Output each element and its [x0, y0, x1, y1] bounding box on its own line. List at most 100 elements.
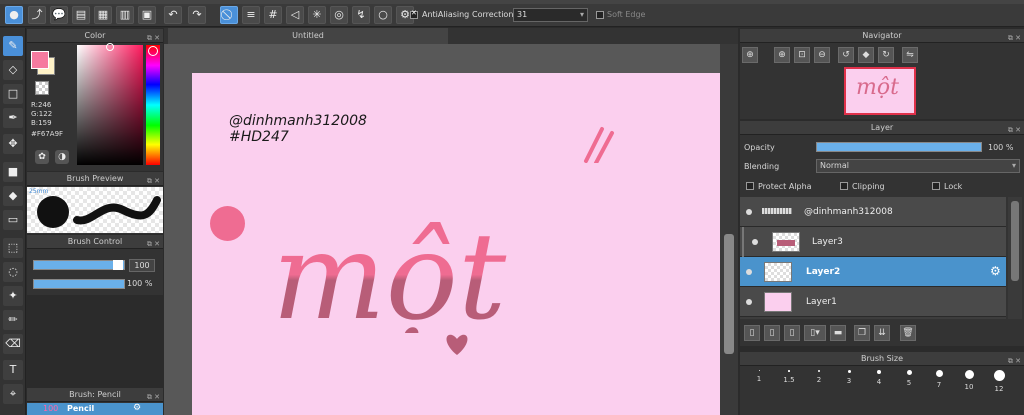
sv-picker-handle[interactable] [106, 43, 114, 51]
snap-radial-icon[interactable]: ✳ [308, 6, 326, 24]
new-layer-1bit-icon[interactable]: ▯ [784, 325, 800, 341]
nav-reset-icon[interactable]: ◆ [858, 47, 874, 63]
merge-layer-icon[interactable]: ⇊ [874, 325, 890, 341]
color-mix-icon[interactable]: ◑ [55, 150, 69, 164]
snap-vanishing-icon[interactable]: ◁ [286, 6, 304, 24]
brush-size-slider[interactable] [33, 260, 125, 270]
layer-visibility-icon[interactable] [752, 239, 758, 245]
hue-slider-handle[interactable] [148, 46, 158, 56]
magic-wand-tool-icon[interactable]: ✦ [3, 286, 23, 306]
soft-edge-checkbox[interactable] [596, 11, 604, 19]
layer-row-layer2[interactable]: Layer2 ⚙ [740, 257, 1006, 287]
panel-popout-icon[interactable]: ⧉ ✕ [1008, 123, 1021, 137]
layer-list-scrollbar[interactable] [1008, 197, 1022, 319]
text-tool-icon[interactable]: T [3, 360, 23, 380]
layer-opacity-slider[interactable] [816, 142, 982, 152]
brush-size-option[interactable]: 4 [864, 366, 894, 406]
artwork-canvas[interactable]: @dinhmanh312008 #HD247 một [192, 73, 720, 415]
brush-size-option[interactable]: 7 [924, 366, 954, 406]
layer-row-layer1[interactable]: Layer1 [740, 287, 1006, 317]
snap-concentric-icon[interactable]: ◎ [330, 6, 348, 24]
brush-size-option[interactable]: 12 [984, 366, 1014, 406]
new-layer-8bit-icon[interactable]: ▯ [764, 325, 780, 341]
brush-size-option[interactable]: 5 [894, 366, 924, 406]
new-halftone-layer-icon[interactable]: ▯▾ [804, 325, 826, 341]
transparent-color-swatch[interactable] [35, 81, 49, 95]
lock-checkbox[interactable] [932, 182, 940, 190]
document-icon[interactable]: ▦ [94, 6, 112, 24]
brush-size-option[interactable]: 1 [744, 366, 774, 406]
panel-popout-icon[interactable]: ⧉ ✕ [147, 390, 160, 404]
lasso-tool-icon[interactable]: ◌ [3, 262, 23, 282]
comment-icon[interactable]: 💬 [50, 6, 68, 24]
foreground-color-swatch[interactable] [31, 51, 49, 69]
layer-scroll-thumb[interactable] [1011, 201, 1019, 281]
snap-off-icon[interactable]: ⃠ [220, 6, 238, 24]
panel-icon[interactable]: ▣ [138, 6, 156, 24]
correction-select[interactable]: 31 [513, 8, 588, 22]
document-tab[interactable]: Untitled [168, 28, 448, 44]
canvas-scroll-thumb[interactable] [724, 234, 734, 354]
message-icon[interactable]: ▤ [72, 6, 90, 24]
eraser-tool-icon[interactable]: ◇ [3, 60, 23, 80]
canvas-vertical-scrollbar[interactable] [720, 44, 738, 415]
panel-popout-icon[interactable]: ⧉ ✕ [1008, 31, 1021, 45]
nav-rotate-right-icon[interactable]: ↻ [878, 47, 894, 63]
new-layer-icon[interactable]: ▯ [744, 325, 760, 341]
nav-flip-icon[interactable]: ⇋ [902, 47, 918, 63]
brush-item-pencil[interactable]: 100 Pencil ⚙ [27, 403, 163, 415]
undo-icon[interactable]: ↶ [164, 6, 182, 24]
panel-popout-icon[interactable]: ⧉ ✕ [147, 237, 160, 251]
layer-row-layer3[interactable]: Layer3 [740, 227, 1006, 257]
layers-icon[interactable]: ▥ [116, 6, 134, 24]
layer-row-dinhmanh[interactable]: @dinhmanh312008 [740, 197, 1006, 227]
gradient-tool-icon[interactable]: ▭ [3, 210, 23, 230]
color-palette-icon[interactable]: ✿ [35, 150, 49, 164]
brush-size-value[interactable]: 100 [129, 259, 155, 272]
new-folder-icon[interactable]: ▬ [830, 325, 846, 341]
saturation-value-picker[interactable] [77, 45, 143, 165]
hue-slider[interactable] [146, 45, 160, 165]
app-logo-icon[interactable]: ● [5, 6, 23, 24]
export-icon[interactable]: ⤴ [28, 6, 46, 24]
select-pen-tool-icon[interactable]: ✏ [3, 310, 23, 330]
marquee-tool-icon[interactable]: ⬚ [3, 238, 23, 258]
brush-opacity-slider[interactable] [33, 279, 125, 289]
panel-popout-icon[interactable]: ⧉ ✕ [147, 31, 160, 45]
select-rect-tool-icon[interactable]: □ [3, 84, 23, 104]
move-tool-icon[interactable]: ✥ [3, 134, 23, 154]
snap-curve-icon[interactable]: ↯ [352, 6, 370, 24]
nav-zoom-out-icon[interactable]: ⊖ [814, 47, 830, 63]
nav-rotate-left-icon[interactable]: ↺ [838, 47, 854, 63]
layer-settings-gear-icon[interactable]: ⚙ [990, 264, 1001, 278]
pen-tool-icon[interactable]: ✒ [3, 108, 23, 128]
brush-size-option[interactable]: 3 [834, 366, 864, 406]
brush-size-option[interactable]: 2 [804, 366, 834, 406]
redo-icon[interactable]: ↷ [188, 6, 206, 24]
select-eraser-tool-icon[interactable]: ⌫ [3, 334, 23, 354]
nav-zoom-in-icon[interactable]: ⊕ [742, 47, 758, 63]
brush-tool-icon[interactable]: ✎ [3, 36, 23, 56]
layer-visibility-icon[interactable] [746, 299, 752, 305]
fill-tool-icon[interactable]: ◆ [3, 186, 23, 206]
eyedropper-tool-icon[interactable]: ⌖ [3, 384, 23, 404]
nav-fit-icon[interactable]: ⊡ [794, 47, 810, 63]
nav-zoom-in-2-icon[interactable]: ⊕ [774, 47, 790, 63]
delete-layer-icon[interactable]: 🗑 [900, 325, 916, 341]
protect-alpha-checkbox[interactable] [746, 182, 754, 190]
duplicate-layer-icon[interactable]: ❐ [854, 325, 870, 341]
clipping-checkbox[interactable] [840, 182, 848, 190]
panel-popout-icon[interactable]: ⧉ ✕ [147, 174, 160, 188]
snap-circle-icon[interactable]: ○ [374, 6, 392, 24]
blending-select[interactable]: Normal ▾ [816, 159, 1020, 173]
layer-visibility-icon[interactable] [746, 269, 752, 275]
brush-settings-gear-icon[interactable]: ⚙ [133, 403, 141, 413]
rect-tool-icon[interactable]: ■ [3, 162, 23, 182]
layer-visibility-icon[interactable] [746, 209, 752, 215]
canvas-viewport[interactable]: @dinhmanh312008 #HD247 một [164, 44, 720, 415]
navigator-thumbnail[interactable]: một [844, 67, 916, 115]
brush-size-handle[interactable] [113, 260, 123, 270]
brush-size-option[interactable]: 1.5 [774, 366, 804, 406]
brush-size-option[interactable]: 10 [954, 366, 984, 406]
antialiasing-checkbox[interactable] [410, 9, 418, 19]
